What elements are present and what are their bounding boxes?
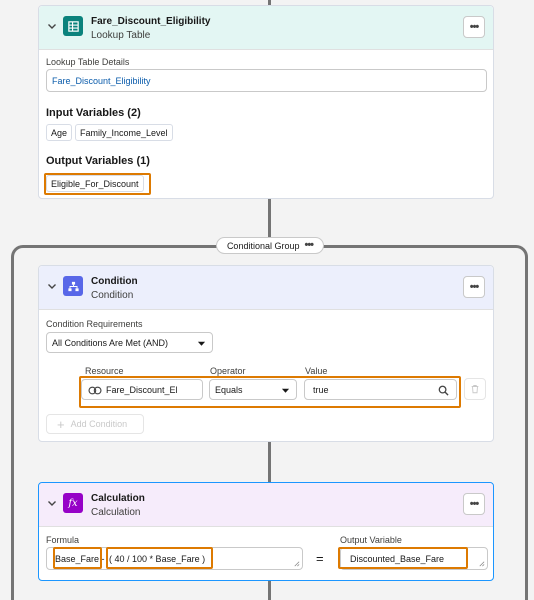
hierarchy-icon: [63, 276, 83, 296]
calculation-card-header: fx Calculation Calculation •••: [39, 483, 493, 527]
input-variables-title: Input Variables (2): [46, 107, 141, 119]
lookup-details-value[interactable]: Fare_Discount_Eligibility: [52, 76, 151, 86]
calculation-title: Calculation: [91, 493, 145, 504]
resource-label: Resource: [85, 366, 124, 376]
output-variable-field[interactable]: Discounted_Base_Fare: [340, 547, 488, 570]
table-icon: [63, 16, 83, 36]
chevron-down-icon[interactable]: [46, 280, 58, 292]
condition-card[interactable]: Condition Condition ••• Condition Requir…: [38, 265, 494, 442]
input-chip-family-income: Family_Income_Level: [75, 124, 173, 141]
lookup-menu-button[interactable]: •••: [463, 16, 485, 38]
value-value: true: [313, 384, 329, 395]
lookup-details-field[interactable]: Fare_Discount_Eligibility: [46, 69, 487, 92]
lookup-table-card[interactable]: Fare_Discount_Eligibility Lookup Table •…: [38, 5, 494, 199]
chevron-down-icon[interactable]: [46, 20, 58, 32]
formula-field[interactable]: Base_Fare - ( 40 / 100 * Base_Fare ): [46, 547, 303, 570]
operator-select[interactable]: Equals: [209, 379, 297, 400]
condition-requirements-select[interactable]: All Conditions Are Met (AND): [46, 332, 213, 353]
lookup-subtitle: Lookup Table: [91, 30, 151, 41]
formula-label: Formula: [46, 535, 80, 545]
condition-title: Condition: [91, 276, 138, 287]
output-variable-label: Output Variable: [340, 535, 402, 545]
formula-base-fare: Base_Fare: [55, 553, 100, 564]
formula-icon: fx: [63, 493, 83, 513]
resize-handle-icon[interactable]: [478, 560, 485, 567]
output-variable-value: Discounted_Base_Fare: [350, 553, 445, 564]
conditional-group-pill[interactable]: Conditional Group •••: [216, 237, 324, 254]
lookup-table-resource-icon: [88, 386, 102, 395]
input-chip-age: Age: [46, 124, 73, 141]
value-label: Value: [305, 366, 328, 376]
formula-expression: ( 40 / 100 * Base_Fare ): [109, 553, 206, 564]
add-condition-button[interactable]: + Add Condition: [46, 414, 144, 434]
more-icon[interactable]: •••: [304, 240, 314, 251]
plus-icon: +: [57, 416, 65, 432]
condition-subtitle: Condition: [91, 290, 134, 301]
resize-handle-icon[interactable]: [293, 560, 300, 567]
value-field[interactable]: true: [304, 379, 457, 400]
calculation-menu-button[interactable]: •••: [463, 493, 485, 515]
resource-field[interactable]: Fare_Discount_El: [81, 379, 203, 400]
formula-minus: -: [99, 553, 108, 564]
condition-menu-button[interactable]: •••: [463, 276, 485, 298]
connector-condition-calc: [268, 442, 271, 482]
equals-sign: =: [316, 551, 324, 566]
condition-card-header: Condition Condition •••: [39, 266, 493, 310]
resource-value: Fare_Discount_El: [106, 384, 178, 395]
output-variables-title: Output Variables (1): [46, 155, 150, 167]
chevron-down-icon[interactable]: [46, 497, 58, 509]
operator-label: Operator: [210, 366, 246, 376]
delete-condition-button[interactable]: [464, 378, 486, 400]
calculation-subtitle: Calculation: [91, 507, 141, 518]
dropdown-arrow-icon: [197, 341, 206, 346]
trash-icon: [471, 385, 479, 394]
calculation-card[interactable]: fx Calculation Calculation ••• Formula B…: [38, 482, 494, 581]
search-icon[interactable]: [438, 385, 449, 396]
connector-bottom: [268, 581, 271, 600]
condition-requirements-label: Condition Requirements: [46, 319, 143, 329]
output-chip-eligible: Eligible_For_Discount: [46, 175, 144, 192]
lookup-title: Fare_Discount_Eligibility: [91, 16, 211, 27]
add-condition-label: Add Condition: [70, 419, 128, 429]
lookup-card-header: Fare_Discount_Eligibility Lookup Table •…: [39, 6, 493, 50]
condition-requirements-value: All Conditions Are Met (AND): [52, 337, 169, 348]
lookup-details-label: Lookup Table Details: [46, 57, 130, 67]
dropdown-arrow-icon: [281, 388, 290, 393]
conditional-group-label: Conditional Group: [226, 240, 300, 251]
operator-value: Equals: [215, 384, 243, 395]
